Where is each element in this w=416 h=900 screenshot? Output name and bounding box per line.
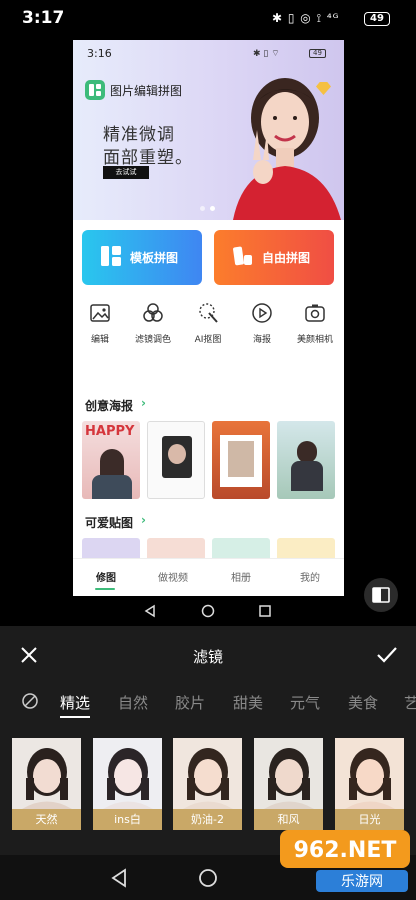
template-collage-button[interactable]: 模板拼图 [82, 230, 202, 285]
sheet-title: 滤镜 [192, 648, 223, 666]
try-button[interactable]: 去试试 [103, 166, 149, 179]
chevron-right-icon[interactable]: › [141, 513, 146, 527]
split-compare-button[interactable] [364, 578, 398, 612]
tool-poster[interactable]: 海报 [235, 302, 289, 352]
filter-card-natural[interactable]: 天然 [12, 738, 81, 830]
tool-label: 编辑 [90, 335, 109, 345]
tool-label: 海报 [252, 335, 271, 345]
category-indicator [60, 716, 90, 718]
filter-card-cream-2[interactable]: 奶油-2 [173, 738, 242, 830]
tool-label: 美颜相机 [296, 335, 333, 345]
filter-card-sunlight[interactable]: 日光 [335, 738, 404, 830]
inner-battery: 49 [309, 49, 326, 58]
filter-category-sweet[interactable]: 甜美 [233, 692, 263, 713]
camera-icon [305, 304, 325, 322]
status-icons: ✱ ▯ ◎ ⟟ ⁴ᴳ [272, 11, 340, 25]
carousel-dot-active [210, 206, 215, 211]
tool-ai-cutout[interactable]: AI抠图 [181, 302, 235, 352]
banner-line2: 面部重塑。 [103, 148, 193, 168]
inner-status-time: 3:16 [87, 47, 112, 60]
filter-label: 奶油-2 [173, 809, 242, 830]
filter-category-film[interactable]: 胶片 [175, 692, 205, 713]
battery-indicator: 49 [364, 12, 390, 26]
app-logo-icon [85, 80, 105, 100]
grid-icon [101, 246, 121, 266]
carousel-dot [200, 206, 205, 211]
home-icon[interactable] [198, 868, 218, 888]
section-title-poster[interactable]: 创意海报 [85, 397, 133, 414]
filter-preview-portrait [173, 738, 242, 809]
tool-label: AI抠图 [194, 335, 222, 345]
free-layout-icon [233, 246, 252, 266]
watermark-text: 962.NET [294, 838, 397, 863]
tab-edit[interactable]: 修图 [76, 569, 136, 584]
poster-thumb-text: HAPPY [85, 424, 135, 439]
tab-album[interactable]: 相册 [211, 569, 271, 584]
filter-preview-portrait [335, 738, 404, 809]
tool-edit[interactable]: 编辑 [73, 302, 127, 352]
image-icon [90, 304, 110, 322]
template-collage-label: 模板拼图 [130, 251, 179, 265]
poster-thumbnail[interactable]: HAPPY [82, 421, 140, 499]
back-icon[interactable] [110, 868, 128, 888]
tool-label: 滤镜调色 [134, 335, 171, 345]
model-photo [233, 78, 341, 220]
filter-label: 天然 [12, 809, 81, 830]
chevron-right-icon[interactable]: › [141, 396, 146, 410]
compare-icon [372, 587, 390, 603]
no-filter-icon[interactable] [21, 692, 39, 710]
free-collage-button[interactable]: 自由拼图 [214, 230, 334, 285]
free-collage-label: 自由拼图 [262, 251, 311, 265]
filter-category-food[interactable]: 美食 [348, 692, 378, 713]
tab-indicator [95, 588, 115, 590]
magic-wand-icon [199, 303, 218, 323]
site-watermark-logo: 962.NET 乐游网 [280, 830, 410, 892]
poster-thumbnail[interactable] [147, 421, 205, 499]
filter-preview-portrait [93, 738, 162, 809]
app-title: 图片编辑拼图 [110, 84, 183, 98]
tool-beauty-camera[interactable]: 美颜相机 [288, 302, 342, 352]
filter-card-ins-white[interactable]: ins白 [93, 738, 162, 830]
filter-category-natural[interactable]: 自然 [118, 692, 148, 713]
preview-image: 3:16 ✱ ▯ ⌔ 49 图片编辑拼图 精准微调 面部重塑。 去试试 模板拼图… [73, 40, 344, 596]
section-title-sticker[interactable]: 可爱贴图 [85, 514, 133, 531]
poster-thumbnail[interactable] [212, 421, 270, 499]
play-icon [252, 303, 272, 323]
tool-filter[interactable]: 滤镜调色 [126, 302, 180, 352]
filter-category-featured[interactable]: 精选 [60, 692, 90, 713]
bottom-tab-bar: 修图 做视频 相册 我的 [73, 558, 344, 596]
banner[interactable]: 3:16 ✱ ▯ ⌔ 49 图片编辑拼图 精准微调 面部重塑。 去试试 [73, 40, 344, 220]
confirm-check-icon[interactable] [376, 645, 398, 665]
filter-circles-icon [143, 303, 163, 322]
filter-preview-portrait [12, 738, 81, 809]
filter-label: ins白 [93, 809, 162, 830]
tab-video[interactable]: 做视频 [143, 569, 203, 584]
filter-preview-portrait [254, 738, 323, 809]
inner-status-icons: ✱ ▯ ⌔ [253, 49, 280, 59]
status-time: 3:17 [22, 8, 65, 28]
watermark-subtext: 乐游网 [341, 874, 383, 890]
poster-thumbnail[interactable] [277, 421, 335, 499]
filter-card-japanese[interactable]: 和风 [254, 738, 323, 830]
tab-mine[interactable]: 我的 [280, 569, 340, 584]
banner-line1: 精准微调 [103, 125, 175, 145]
filter-category-vitality[interactable]: 元气 [290, 692, 320, 713]
preview-nav-bar [144, 604, 271, 618]
filter-category-art[interactable]: 艺 [404, 692, 416, 713]
